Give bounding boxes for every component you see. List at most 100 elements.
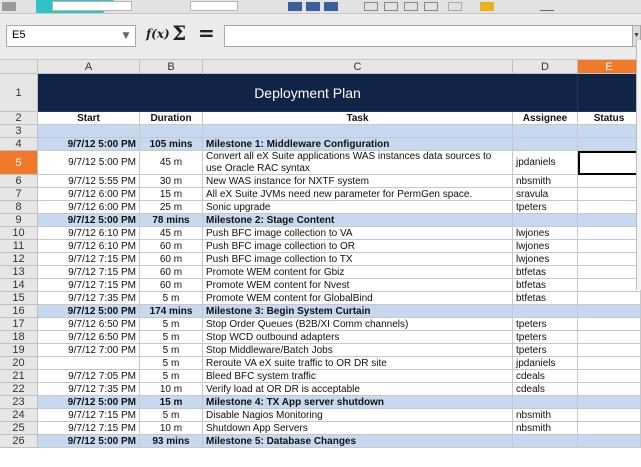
cell-start[interactable]: 9/7/12 5:55 PM <box>38 175 140 188</box>
row-header[interactable]: 15 <box>0 292 38 305</box>
active-cell-e5[interactable] <box>578 151 641 175</box>
cell-status[interactable] <box>578 266 641 279</box>
function-wizard-icon[interactable]: f(x) <box>146 27 170 41</box>
cell-task[interactable]: Verify load at OR DR is acceptable <box>203 383 513 396</box>
column-header-b[interactable]: B <box>140 60 203 74</box>
formula-input[interactable] <box>224 25 636 47</box>
cell-start[interactable]: 9/7/12 6:10 PM <box>38 240 140 253</box>
cell-start[interactable]: 9/7/12 7:05 PM <box>38 370 140 383</box>
milestone-title[interactable]: Milestone 3: Begin System Curtain <box>203 305 513 318</box>
cell-duration[interactable]: 5 m <box>140 331 203 344</box>
app-icon[interactable] <box>2 2 16 11</box>
cell-start[interactable]: 9/7/12 5:00 PM <box>38 214 140 227</box>
cell-status[interactable] <box>578 227 641 240</box>
row-header[interactable]: 20 <box>0 357 38 370</box>
milestone-title[interactable]: Milestone 1: Middleware Configuration <box>203 138 513 151</box>
column-label-assignee[interactable]: Assignee <box>513 112 578 125</box>
cell-start[interactable]: 9/7/12 5:00 PM <box>38 138 140 151</box>
cell-task[interactable]: Push BFC image collection to OR <box>203 240 513 253</box>
cell-assignee[interactable]: cdeals <box>513 370 578 383</box>
font-size-box[interactable] <box>190 1 238 11</box>
cell-start[interactable]: 9/7/12 7:35 PM <box>38 383 140 396</box>
cell-assignee[interactable] <box>513 435 578 448</box>
cell-duration[interactable]: 5 m <box>140 409 203 422</box>
cell-status[interactable] <box>578 240 641 253</box>
cell-duration[interactable]: 174 mins <box>140 305 203 318</box>
cell-assignee[interactable]: cdeals <box>513 383 578 396</box>
row-header[interactable]: 12 <box>0 253 38 266</box>
row-header[interactable]: 2 <box>0 112 38 125</box>
cell-task[interactable]: Bleed BFC system traffic <box>203 370 513 383</box>
cell-start[interactable]: 9/7/12 6:10 PM <box>38 227 140 240</box>
row-header[interactable]: 1 <box>0 74 38 112</box>
cell-start[interactable]: 9/7/12 5:00 PM <box>38 151 140 175</box>
blank-cell[interactable] <box>38 125 140 138</box>
row-header[interactable]: 8 <box>0 201 38 214</box>
row-header[interactable]: 5 <box>0 151 38 175</box>
cell-assignee[interactable]: tpeters <box>513 318 578 331</box>
cell-start[interactable]: 9/7/12 5:00 PM <box>38 435 140 448</box>
cell-status[interactable] <box>578 331 641 344</box>
cell-duration[interactable]: 25 m <box>140 201 203 214</box>
decimal-icon[interactable] <box>540 2 554 11</box>
cell-duration[interactable]: 5 m <box>140 370 203 383</box>
column-label-start[interactable]: Start <box>38 112 140 125</box>
sum-icon[interactable]: Σ <box>172 21 186 45</box>
select-all-corner[interactable] <box>0 60 38 74</box>
cell-task[interactable]: All eX Suite JVMs need new parameter for… <box>203 188 513 201</box>
cell-duration[interactable]: 60 m <box>140 240 203 253</box>
font-name-box[interactable] <box>52 1 132 11</box>
blank-cell[interactable] <box>513 125 578 138</box>
cell-assignee[interactable]: tpeters <box>513 344 578 357</box>
row-header[interactable]: 21 <box>0 370 38 383</box>
cell-task[interactable]: Shutdown App Servers <box>203 422 513 435</box>
row-header[interactable]: 17 <box>0 318 38 331</box>
blank-cell[interactable] <box>203 125 513 138</box>
row-header[interactable]: 11 <box>0 240 38 253</box>
cell-assignee[interactable]: nbsmith <box>513 422 578 435</box>
row-header[interactable]: 4 <box>0 138 38 151</box>
underline-icon[interactable] <box>324 2 338 11</box>
cell-assignee[interactable]: jpdaniels <box>513 357 578 370</box>
align-right-icon[interactable] <box>404 2 418 11</box>
cell-status[interactable] <box>578 422 641 435</box>
cell-status[interactable] <box>578 344 641 357</box>
justify-icon[interactable] <box>424 2 438 11</box>
cell-status[interactable] <box>578 409 641 422</box>
cell-start[interactable]: 9/7/12 7:15 PM <box>38 279 140 292</box>
cell-duration[interactable]: 105 mins <box>140 138 203 151</box>
cell-status[interactable] <box>578 292 641 305</box>
cell-start[interactable]: 9/7/12 6:00 PM <box>38 188 140 201</box>
cell-assignee[interactable]: sravula <box>513 188 578 201</box>
row-header[interactable]: 18 <box>0 331 38 344</box>
cell-duration[interactable]: 93 mins <box>140 435 203 448</box>
align-left-icon[interactable] <box>364 2 378 11</box>
row-header[interactable]: 26 <box>0 435 38 448</box>
cell-duration[interactable]: 30 m <box>140 175 203 188</box>
column-label-status[interactable]: Status <box>578 112 641 125</box>
cell-status[interactable] <box>578 175 641 188</box>
cell-duration[interactable]: 10 m <box>140 383 203 396</box>
column-header-e[interactable]: E <box>578 60 641 74</box>
row-header[interactable]: 3 <box>0 125 38 138</box>
cell-assignee[interactable]: btfetas <box>513 292 578 305</box>
milestone-title[interactable]: Milestone 2: Stage Content <box>203 214 513 227</box>
row-header[interactable]: 24 <box>0 409 38 422</box>
row-header[interactable]: 14 <box>0 279 38 292</box>
cell-task[interactable]: Stop Middleware/Batch Jobs <box>203 344 513 357</box>
cell-assignee[interactable]: tpeters <box>513 331 578 344</box>
cell-task[interactable]: Push BFC image collection to VA <box>203 227 513 240</box>
cell-status[interactable] <box>578 383 641 396</box>
cell-task[interactable]: Stop WCD outbound adapters <box>203 331 513 344</box>
cell-duration[interactable]: 60 m <box>140 279 203 292</box>
cell-start[interactable]: 9/7/12 6:50 PM <box>38 331 140 344</box>
milestone-title[interactable]: Milestone 5: Database Changes <box>203 435 513 448</box>
cell-assignee[interactable]: lwjones <box>513 253 578 266</box>
cell-status[interactable] <box>578 370 641 383</box>
merge-icon[interactable] <box>448 2 462 11</box>
cell-duration[interactable]: 10 m <box>140 422 203 435</box>
cell-status[interactable] <box>578 279 641 292</box>
cell-task[interactable]: New WAS instance for NXTF system <box>203 175 513 188</box>
cell-assignee[interactable]: btfetas <box>513 279 578 292</box>
blank-cell[interactable] <box>578 125 641 138</box>
